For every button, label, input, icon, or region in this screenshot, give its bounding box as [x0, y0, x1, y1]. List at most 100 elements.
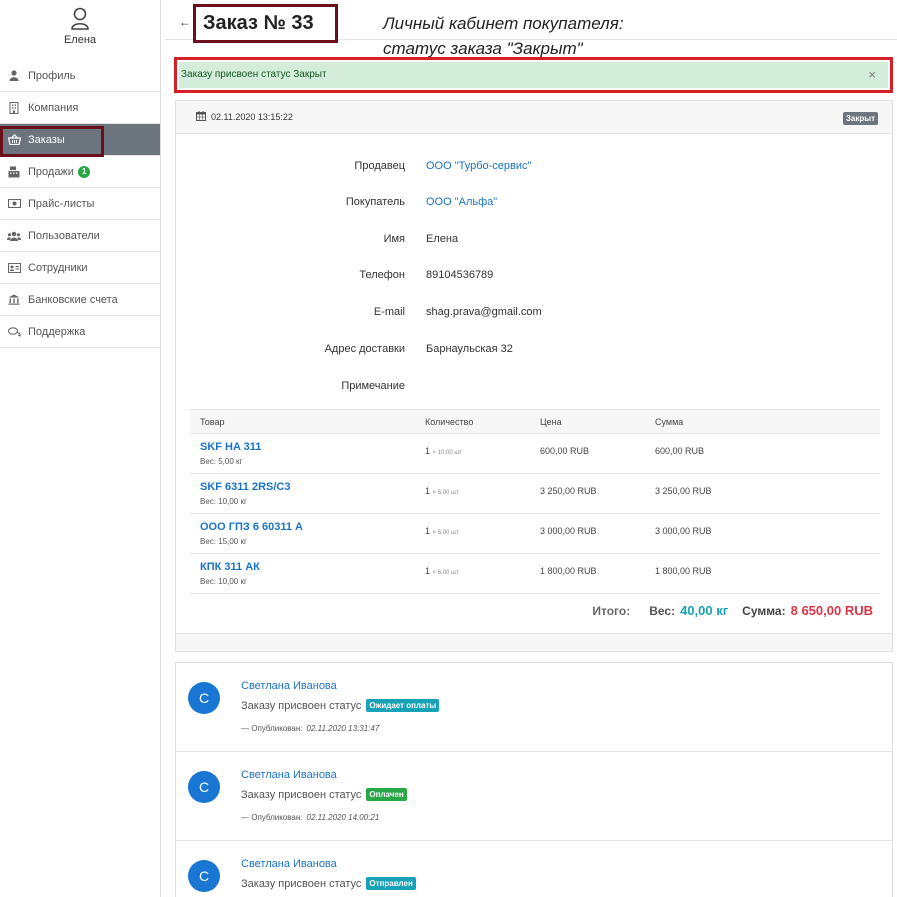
- column-header: Количество: [425, 417, 474, 427]
- product-link[interactable]: SKF HA 311: [200, 441, 261, 453]
- published-label: — Опубликован:: [241, 813, 303, 822]
- status-badge: Ожидает оплаты: [366, 699, 440, 712]
- field-buyer: Покупатель ООО "Альфа": [176, 196, 892, 210]
- total-weight-label: Вес:: [649, 604, 676, 618]
- sidebar-item-orders[interactable]: Заказы: [0, 124, 160, 156]
- back-arrow-icon[interactable]: ←: [179, 15, 191, 29]
- qty-value: 1: [425, 566, 431, 576]
- annotation-caption: Личный кабинет покупателя: статус заказа…: [383, 11, 624, 61]
- column-header: Сумма: [655, 417, 684, 427]
- chat-icon: [7, 325, 21, 339]
- product-qty: 1 × 6.00 шт: [425, 566, 459, 576]
- field-label: Покупатель: [345, 196, 405, 208]
- sidebar-item-users[interactable]: Пользователи: [0, 220, 160, 252]
- column-header: Товар: [200, 417, 225, 427]
- product-weight: Вес: 10,00 кг: [200, 497, 247, 506]
- status-badge: Оплачен: [366, 788, 407, 801]
- product-link[interactable]: КПК 311 АК: [200, 561, 260, 573]
- product-qty: 1 × 5.00 шт: [425, 486, 459, 496]
- building-icon: [7, 101, 21, 115]
- sidebar-item-company[interactable]: Компания: [0, 92, 160, 124]
- status-alert: Заказу присвоен статус Закрыт ×: [174, 57, 893, 93]
- author-link[interactable]: Светлана Иванова: [241, 680, 337, 692]
- author-link[interactable]: Светлана Иванова: [241, 858, 337, 870]
- history-message: Заказу присвоен статус: [241, 788, 362, 801]
- sidebar-item-label: Банковские счета: [28, 293, 118, 306]
- history-meta: — Опубликован: 02.11.2020 13:31:47: [241, 724, 379, 733]
- sidebar-item-sales[interactable]: Продажи 1: [0, 156, 160, 188]
- close-icon[interactable]: ×: [868, 68, 876, 81]
- user-block[interactable]: Елена: [0, 0, 160, 60]
- status-badge: Закрыт: [842, 112, 878, 125]
- product-weight: Вес: 10,00 кг: [200, 577, 247, 586]
- alert-text: Заказу присвоен статус Закрыт: [181, 69, 327, 80]
- history-message: Заказу присвоен статус: [241, 877, 362, 890]
- field-note: Примечание: [176, 380, 892, 394]
- user-icon: [70, 7, 90, 31]
- field-label: Примечание: [341, 380, 405, 392]
- avatar: С: [188, 860, 220, 892]
- user-icon: [7, 69, 21, 83]
- order-date: 02.11.2020 13:15:22: [211, 112, 293, 122]
- product-sum: 3 250,00 RUB: [655, 486, 712, 496]
- product-link[interactable]: ООО ГПЗ 6 60311 А: [200, 521, 303, 533]
- qty-value: 1: [425, 486, 431, 496]
- table-row: SKF 6311 2RS/C3 Вес: 10,00 кг 1 × 5.00 ш…: [190, 474, 880, 514]
- seller-link[interactable]: ООО "Турбо-сервис": [426, 160, 531, 172]
- sidebar-item-price-lists[interactable]: Прайс-листы: [0, 188, 160, 220]
- field-address: Адрес доставки Барнаульская 32: [176, 343, 892, 357]
- product-qty: 1 × 5.00 шт: [425, 526, 459, 536]
- history-item: С Светлана Иванова Заказу присвоен стату…: [176, 841, 892, 897]
- sidebar-item-label: Компания: [28, 101, 79, 114]
- money-bill-icon: [7, 197, 21, 211]
- product-sum: 600,00 RUB: [655, 446, 705, 456]
- qty-note: × 5.00 шт: [432, 490, 459, 496]
- status-history: С Светлана Иванова Заказу присвоен стату…: [175, 662, 893, 897]
- history-text: Заказу присвоен статус Оплачен: [241, 788, 407, 801]
- order-card: 02.11.2020 13:15:22 Закрыт Продавец ООО …: [175, 100, 893, 652]
- product-weight: Вес: 15,00 кг: [200, 537, 247, 546]
- total-weight: 40,00 кг: [680, 603, 729, 618]
- history-text: Заказу присвоен статус Отправлен: [241, 877, 416, 890]
- total-sum-label: Сумма:: [742, 604, 786, 618]
- qty-value: 1: [425, 446, 431, 456]
- total-sum: 8 650,00 RUB: [790, 603, 873, 618]
- product-link[interactable]: SKF 6311 2RS/C3: [200, 481, 291, 493]
- product-qty: 1 × 10.00 шт: [425, 446, 462, 456]
- product-price: 3 000,00 RUB: [540, 526, 597, 536]
- sidebar-item-profile[interactable]: Профиль: [0, 60, 160, 92]
- author-link[interactable]: Светлана Иванова: [241, 769, 337, 781]
- field-email: E-mail shag.prava@gmail.com: [176, 306, 892, 320]
- qty-note: × 6.00 шт: [432, 570, 459, 576]
- buyer-link[interactable]: ООО "Альфа": [426, 196, 497, 208]
- table-row: SKF HA 311 Вес: 5,00 кг 1 × 10.00 шт 600…: [190, 434, 880, 474]
- field-name: Имя Елена: [176, 233, 892, 247]
- page-title: Заказ № 33: [193, 4, 338, 43]
- sidebar-item-support[interactable]: Поддержка: [0, 316, 160, 348]
- user-name: Елена: [63, 34, 97, 46]
- field-label: Телефон: [359, 269, 405, 281]
- sidebar-item-label: Пользователи: [28, 229, 100, 242]
- order-footer: [176, 633, 892, 651]
- status-badge: Отправлен: [366, 877, 416, 890]
- qty-value: 1: [425, 526, 431, 536]
- id-card-icon: [7, 261, 21, 275]
- alert-body: Заказу присвоен статус Закрыт ×: [179, 62, 888, 88]
- sidebar-item-label: Сотрудники: [28, 261, 88, 274]
- table-row: КПК 311 АК Вес: 10,00 кг 1 × 6.00 шт 1 8…: [190, 554, 880, 594]
- caption-line: Личный кабинет покупателя:: [383, 14, 624, 33]
- product-price: 1 800,00 RUB: [540, 566, 597, 576]
- order-totals: Итого: Вес: 40,00 кг Сумма: 8 650,00 RUB: [592, 603, 873, 618]
- sidebar-item-employees[interactable]: Сотрудники: [0, 252, 160, 284]
- history-item: С Светлана Иванова Заказу присвоен стату…: [176, 663, 892, 752]
- calendar-icon: [196, 111, 206, 123]
- field-value: shag.prava@gmail.com: [426, 306, 542, 318]
- sidebar-item-bank-accounts[interactable]: Банковские счета: [0, 284, 160, 316]
- totals-label: Итого:: [592, 604, 631, 618]
- product-weight: Вес: 5,00 кг: [200, 457, 243, 466]
- sidebar-item-label: Прайс-листы: [28, 197, 95, 210]
- field-seller: Продавец ООО "Турбо-сервис": [176, 160, 892, 174]
- order-header: 02.11.2020 13:15:22 Закрыт: [176, 101, 892, 134]
- sidebar-item-label: Заказы: [28, 133, 65, 146]
- field-label: Адрес доставки: [324, 343, 405, 355]
